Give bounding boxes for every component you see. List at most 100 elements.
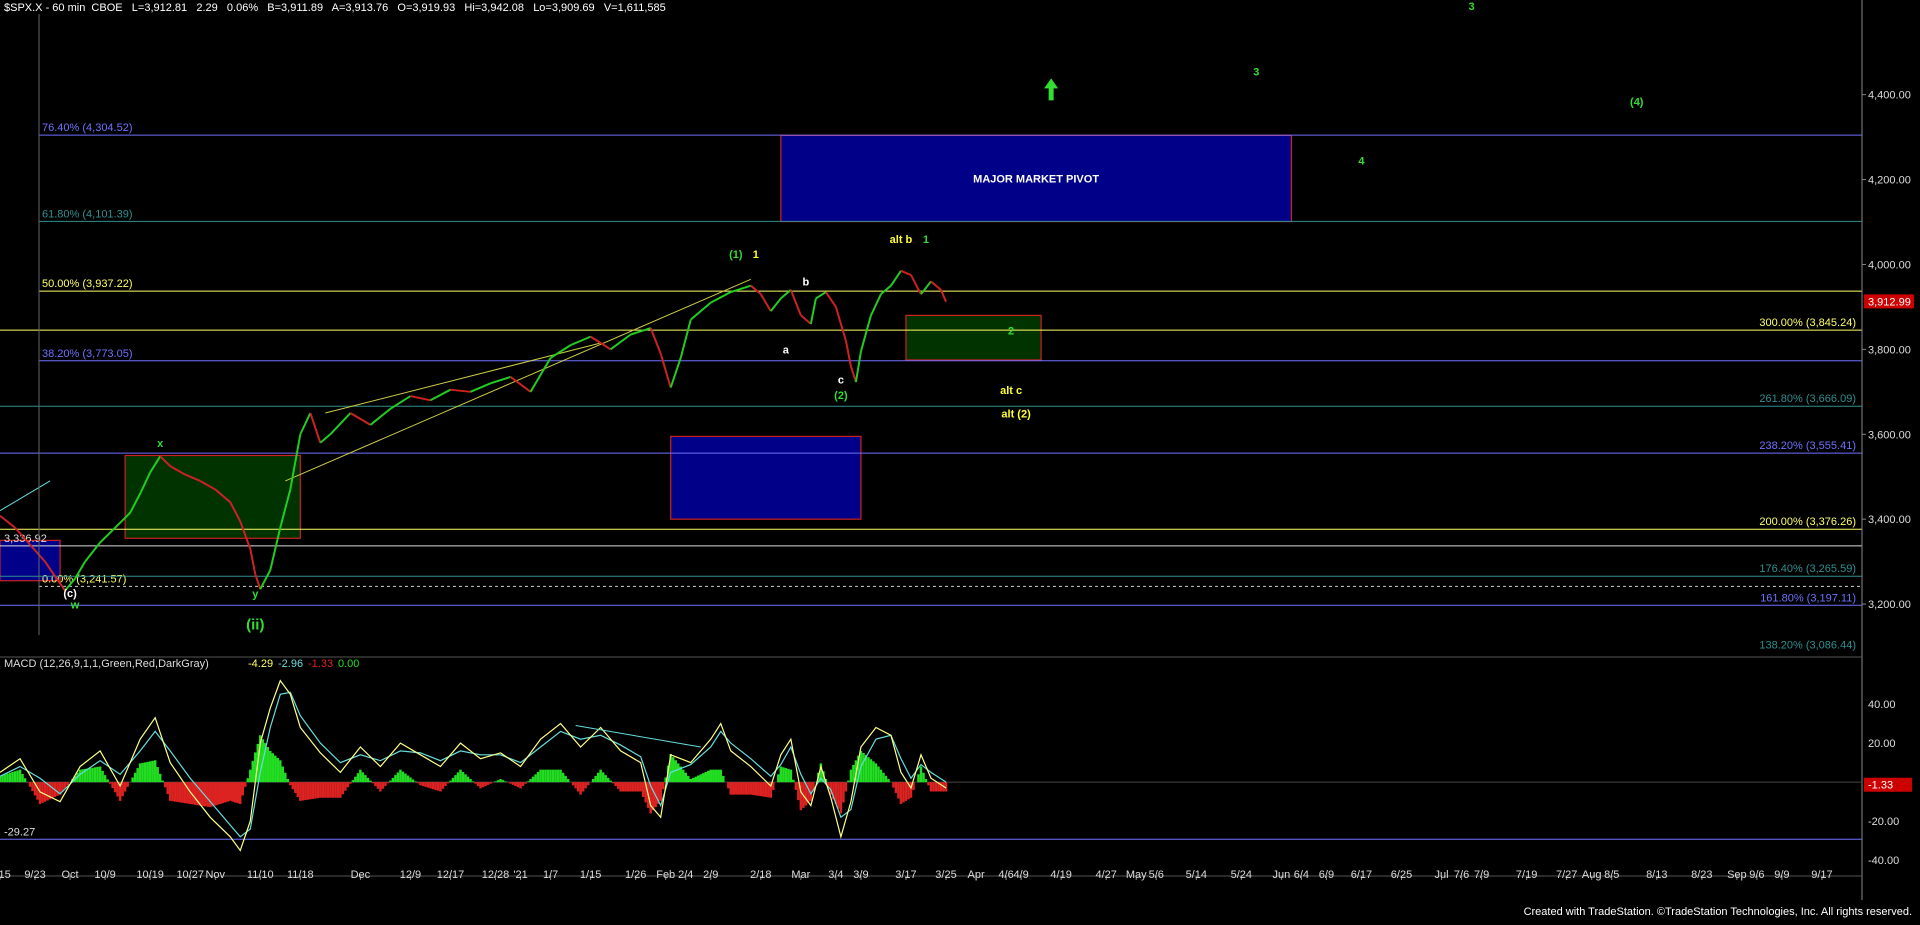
fib-label: 300.00% (3,845.24)	[1759, 317, 1856, 329]
time-tick-label: 6/9	[1319, 869, 1334, 881]
wave-label: alt c	[1000, 385, 1022, 397]
price-change: 2.29	[196, 2, 218, 14]
macd-tick-label: 20.00	[1868, 738, 1896, 750]
time-tick-label: 5/14	[1186, 869, 1207, 881]
time-tick-label: Oct	[62, 869, 79, 881]
price-tick-label: 3,600.00	[1868, 429, 1911, 441]
time-tick-label: 6/4	[1294, 869, 1309, 881]
wave-label: (4)	[1630, 96, 1644, 108]
price-tick-label: 4,000.00	[1868, 259, 1911, 271]
time-tick-label: Sep	[1727, 869, 1747, 881]
time-tick-label: 11/10	[247, 869, 274, 881]
price-tick-label: 4,200.00	[1868, 175, 1911, 187]
wave2-green-zone	[905, 314, 1042, 361]
time-tick-label: 7/9	[1474, 869, 1489, 881]
time-tick-label: 2/9	[703, 869, 718, 881]
wave-label: y	[252, 589, 259, 601]
macd-value-label: -1.33	[308, 658, 333, 670]
time-tick-label: Mar	[791, 869, 810, 881]
time-tick-label: May	[1126, 869, 1147, 881]
macd-value-label: 0.00	[338, 658, 359, 670]
time-tick-label: 3/17	[895, 869, 916, 881]
time-tick-label: 4/27	[1095, 869, 1116, 881]
time-tick-label: 6/25	[1391, 869, 1412, 881]
wave-label: w	[70, 599, 80, 611]
left-green-zone	[124, 454, 301, 539]
time-tick-label: Jul	[1435, 869, 1449, 881]
wave-label: 3	[1253, 67, 1259, 79]
time-tick-label: 1/15	[580, 869, 601, 881]
wave-label: (ii)	[246, 617, 264, 634]
time-tick-label: 5/6	[1149, 869, 1164, 881]
wave-label: x	[157, 438, 164, 450]
time-tick-label: 4/19	[1050, 869, 1071, 881]
fib-label: 38.20% (3,773.05)	[42, 348, 133, 360]
time-tick-label: 8/23	[1691, 869, 1712, 881]
time-tick-label: 7/27	[1556, 869, 1577, 881]
macd-value-label: -2.96	[278, 658, 303, 670]
time-tick-label: 10/27	[176, 869, 204, 881]
macd-tick-label: -40.00	[1868, 855, 1899, 867]
time-tick-label: 7/6	[1454, 869, 1469, 881]
wave-label: (1)	[729, 249, 743, 261]
time-tick-label: 9/17	[1811, 869, 1832, 881]
time-tick-label: 9/9	[1774, 869, 1789, 881]
price-tick-label: 3,200.00	[1868, 599, 1911, 611]
time-tick-label: 12/28	[482, 869, 510, 881]
wave-label: c	[838, 374, 844, 386]
price-tick-label: 3,400.00	[1868, 514, 1911, 526]
fib-label: 261.80% (3,666.09)	[1759, 393, 1856, 405]
time-tick-label: 1/7	[543, 869, 558, 881]
macd-tick-label: -20.00	[1868, 816, 1899, 828]
time-tick-label: 10/19	[136, 869, 164, 881]
wave-label: alt (2)	[1001, 408, 1031, 420]
last-price: L=3,912.81	[131, 2, 188, 14]
time-tick-label: 9/15	[0, 869, 11, 881]
ask-price: A=3,913.76	[331, 2, 389, 14]
macd-last-label: -1.33	[1868, 780, 1893, 792]
wave-label: 1	[753, 249, 759, 261]
time-tick-label: 12/17	[437, 869, 465, 881]
time-tick-label: 6/17	[1351, 869, 1372, 881]
volume: V=1,611,585	[603, 2, 666, 14]
time-tick-label: 8/13	[1646, 869, 1667, 881]
time-tick-label: 2/18	[750, 869, 771, 881]
time-tick-label: 7/19	[1516, 869, 1537, 881]
chart-stage: MAJOR MARKET PIVOT 76.40% (4,304.52) 61.8…	[0, 0, 1920, 920]
zone-label: MAJOR MARKET PIVOT	[973, 173, 1099, 185]
wave-label: 4	[1358, 156, 1365, 168]
time-tick-label: 12/9	[400, 869, 421, 881]
bid-price: B=3,911.89	[267, 2, 324, 14]
fib-label: 161.80% (3,197.11)	[1760, 592, 1856, 604]
time-tick-label: Jun	[1273, 869, 1291, 881]
time-tick-label: Apr	[967, 869, 984, 881]
price-tick-label: 4,400.00	[1868, 90, 1911, 102]
fib-label: 61.80% (4,101.39)	[42, 208, 133, 220]
wave-label: (c)	[63, 588, 77, 600]
time-tick-label: 3/25	[935, 869, 956, 881]
lower-blue-zone	[670, 435, 862, 520]
tradestation-credit: Created with TradeStation. ©TradeStation…	[1523, 906, 1912, 918]
time-tick-label: 9/23	[24, 869, 45, 881]
fib-label: 200.00% (3,376.26)	[1759, 516, 1856, 528]
wave-label: (2)	[834, 390, 848, 402]
fib-label: 138.20% (3,086.44)	[1759, 639, 1856, 651]
time-tick-label: 8/5	[1604, 869, 1619, 881]
wave-label: 3	[1469, 1, 1475, 13]
low-price: Lo=3,909.69	[533, 2, 595, 14]
wave-label: 1	[923, 234, 929, 246]
time-tick-label: Nov	[205, 869, 225, 881]
macd-min-label: -29.27	[4, 826, 35, 838]
time-tick-label: 4/9	[1013, 869, 1028, 881]
time-tick-label: Aug	[1582, 869, 1602, 881]
fib-label: 76.40% (4,304.52)	[42, 122, 133, 134]
time-tick-label: 5/24	[1231, 869, 1252, 881]
time-tick-label: 3/9	[853, 869, 868, 881]
wave-label: a	[783, 345, 790, 357]
fib-label: 50.00% (3,937.22)	[42, 278, 133, 290]
macd-tick-label: 40.00	[1868, 699, 1896, 711]
price-tick-label: 3,800.00	[1868, 344, 1911, 356]
time-tick-label: 9/6	[1749, 869, 1764, 881]
time-tick-label: 11/18	[287, 869, 314, 881]
price-change-pct: 0.06%	[226, 2, 259, 14]
